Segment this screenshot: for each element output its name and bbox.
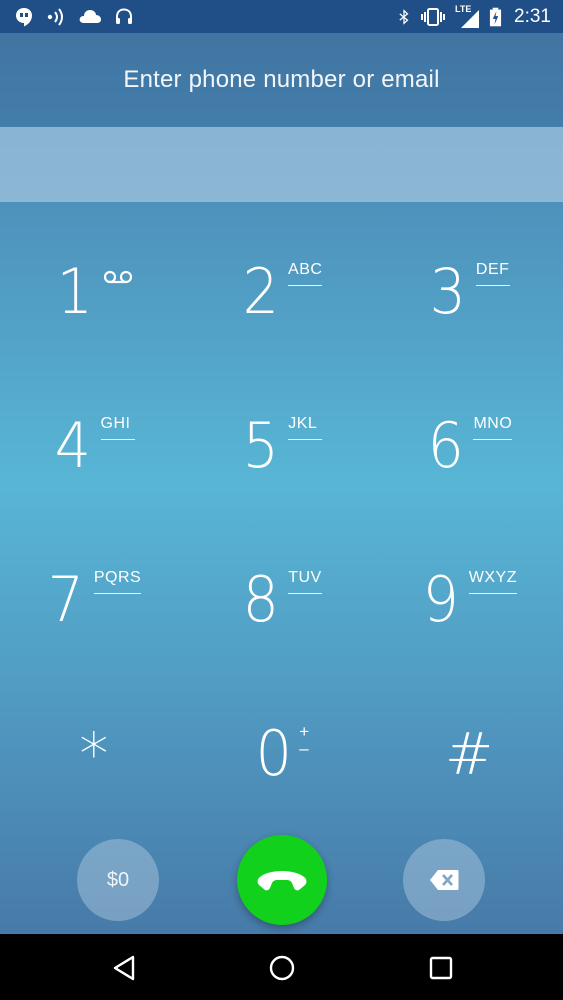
key-digit: 2 [242, 255, 279, 328]
key-5[interactable]: 5 JKL [188, 369, 376, 523]
key-2[interactable]: 2 ABC [188, 215, 376, 369]
key-9[interactable]: 9 WXYZ [375, 523, 563, 677]
status-bar: LTE 2:31 [0, 0, 563, 33]
key-letters: WXYZ [468, 569, 517, 594]
hangouts-icon [16, 7, 32, 26]
backspace-button[interactable] [403, 839, 485, 921]
back-icon[interactable] [111, 954, 139, 982]
status-left-group [14, 7, 134, 27]
home-icon[interactable] [268, 954, 296, 982]
key-6[interactable]: 6 MNO [375, 369, 563, 523]
credit-button[interactable]: $0 [77, 839, 159, 921]
key-3[interactable]: 3 DEF [375, 215, 563, 369]
key-letters: ABC [288, 261, 323, 286]
key-letters: JKL [288, 415, 323, 440]
wifi-call-icon [47, 7, 63, 26]
credit-label: $0 [106, 868, 130, 891]
page-title: Enter phone number or email [123, 66, 440, 93]
vibrate-icon [421, 7, 446, 26]
key-digit: 4 [54, 409, 91, 482]
key-digit: 3 [430, 255, 467, 328]
recent-apps-icon[interactable] [427, 954, 455, 982]
plus-minus-label: + – [299, 723, 309, 757]
key-hash[interactable]: # [375, 677, 563, 831]
key-digit: 5 [242, 409, 279, 482]
dial-keypad: 1 2 ABC 3 DEF 4 GHI 5 JKL 6 MNO 7 PQRS 8… [0, 215, 563, 831]
bluetooth-icon [399, 8, 409, 25]
key-4[interactable]: 4 GHI [0, 369, 188, 523]
dialer-actions: $0 [0, 833, 563, 929]
key-letters: DEF [475, 261, 510, 286]
key-digit: 9 [422, 563, 460, 636]
key-digit: 0 [255, 717, 292, 790]
signal-icon [461, 9, 480, 28]
key-8[interactable]: 8 TUV [188, 523, 376, 677]
phone-number-input[interactable] [0, 127, 563, 202]
key-symbol: * [79, 720, 109, 788]
dialer-header: Enter phone number or email [0, 33, 563, 127]
status-right-group: LTE 2:31 [397, 4, 551, 28]
plus-sign: + [299, 722, 310, 741]
key-digit: 8 [242, 563, 279, 636]
key-digit: 6 [427, 409, 464, 482]
key-letters: PQRS [93, 569, 142, 594]
clock: 2:31 [514, 5, 551, 27]
call-button[interactable] [237, 835, 327, 925]
key-letters: GHI [100, 415, 135, 440]
key-symbol: # [444, 720, 494, 788]
headset-icon [116, 7, 132, 24]
backspace-icon [430, 870, 459, 890]
cloud-icon [79, 9, 101, 23]
minus-sign: – [299, 739, 309, 758]
key-digit: 7 [48, 563, 85, 636]
voicemail-icon [103, 269, 133, 290]
key-0[interactable]: 0 + – [188, 677, 376, 831]
key-letters: MNO [473, 415, 513, 440]
key-1[interactable]: 1 [0, 215, 188, 369]
navigation-bar [0, 934, 563, 1000]
battery-charging-icon [489, 7, 502, 26]
key-letters: TUV [288, 569, 323, 594]
key-digit: 1 [56, 255, 93, 328]
phone-hangup-icon [257, 871, 307, 891]
key-7[interactable]: 7 PQRS [0, 523, 188, 677]
signal-group: LTE [455, 4, 480, 28]
key-star[interactable]: * [0, 677, 188, 831]
dialer-app: Enter phone number or email 1 2 ABC 3 DE… [0, 33, 563, 934]
